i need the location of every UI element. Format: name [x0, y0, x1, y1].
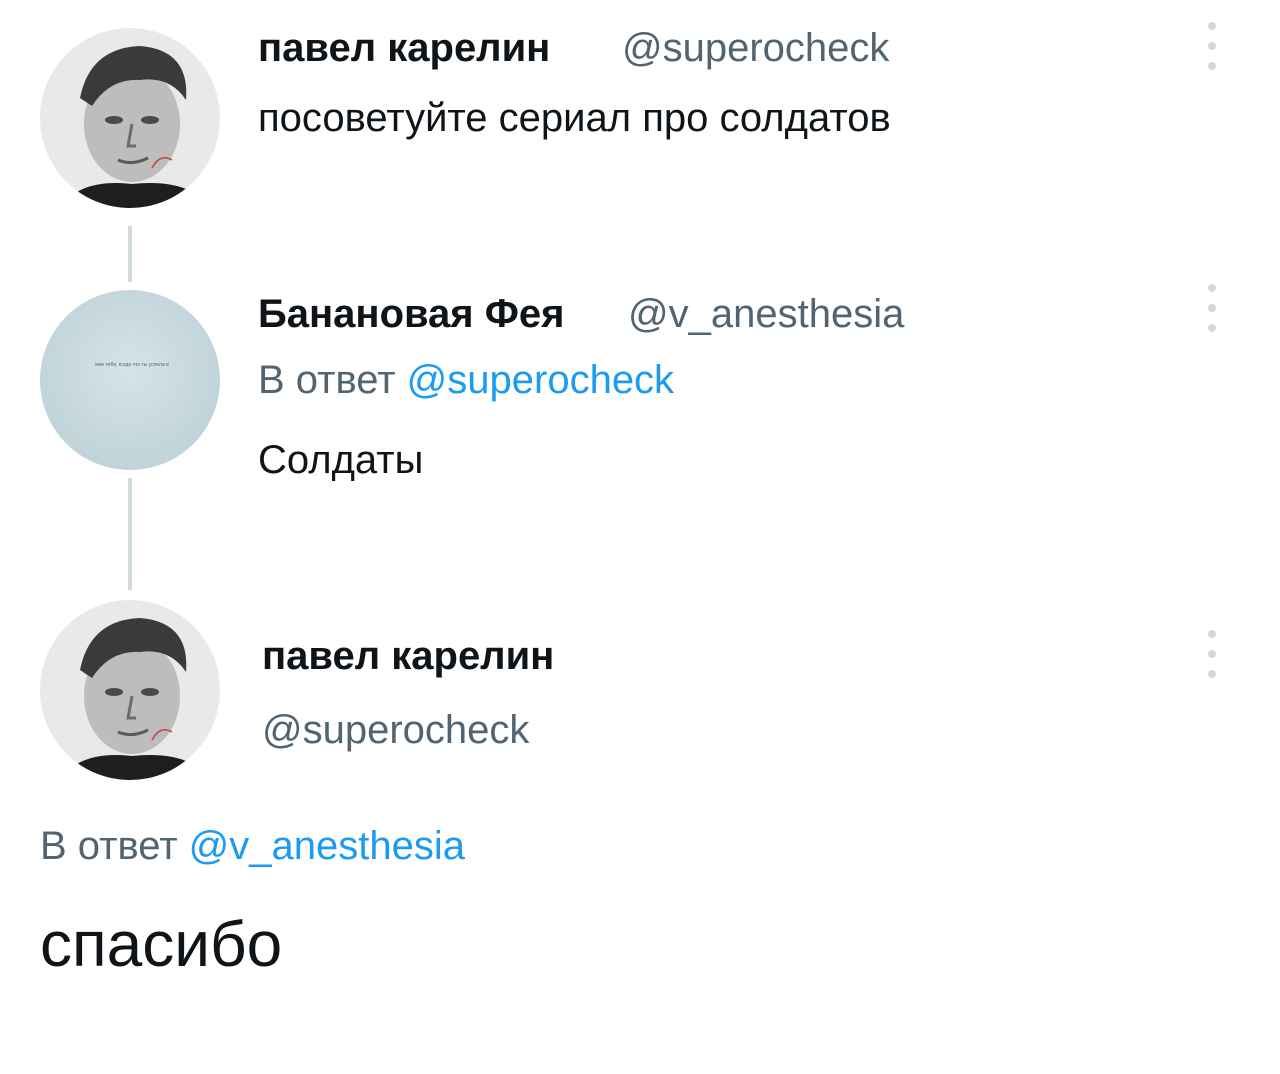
reply-mention-link[interactable]: @superocheck	[407, 358, 674, 402]
avatar-caption: мне тебя, когда что ты успела в	[95, 362, 169, 368]
tweet-text: посоветуйте сериал про солдатов	[258, 96, 891, 140]
dot	[1208, 630, 1216, 638]
man-portrait-icon	[40, 600, 220, 780]
tweet-text: спасибо	[40, 908, 283, 980]
dot	[1208, 284, 1216, 292]
reply-prefix: В ответ	[258, 358, 396, 402]
avatar-bananovaya-feya[interactable]: мне тебя, когда что ты успела в	[40, 290, 220, 470]
reply-context: В ответ @v_anesthesia	[40, 822, 465, 870]
tweet-author-handle[interactable]: @v_anesthesia	[628, 290, 904, 338]
dot	[1208, 42, 1216, 50]
thread-connector	[128, 478, 132, 590]
tweet-author-handle[interactable]: @superocheck	[262, 706, 529, 754]
reply-prefix: В ответ	[40, 824, 178, 868]
tweet-author-name[interactable]: Банановая Фея	[258, 290, 564, 338]
tweet-author-name[interactable]: павел карелин	[258, 24, 550, 72]
more-vertical-icon[interactable]	[1202, 630, 1222, 678]
dot	[1208, 650, 1216, 658]
more-vertical-icon[interactable]	[1202, 22, 1222, 70]
tweet-text: Солдаты	[258, 438, 424, 482]
avatar-pavel-karelin[interactable]	[40, 28, 220, 208]
man-portrait-icon	[40, 28, 220, 208]
dot	[1208, 670, 1216, 678]
dot	[1208, 22, 1216, 30]
dot	[1208, 324, 1216, 332]
tweet-author-name[interactable]: павел карелин	[262, 632, 554, 680]
more-vertical-icon[interactable]	[1202, 284, 1222, 332]
sky-icon: мне тебя, когда что ты успела в	[40, 290, 220, 470]
dot	[1208, 62, 1216, 70]
reply-mention-link[interactable]: @v_anesthesia	[189, 824, 465, 868]
dot	[1208, 304, 1216, 312]
thread-connector	[128, 226, 132, 282]
avatar-pavel-karelin[interactable]	[40, 600, 220, 780]
tweet-author-handle[interactable]: @superocheck	[622, 24, 889, 72]
reply-context: В ответ @superocheck	[258, 356, 674, 404]
